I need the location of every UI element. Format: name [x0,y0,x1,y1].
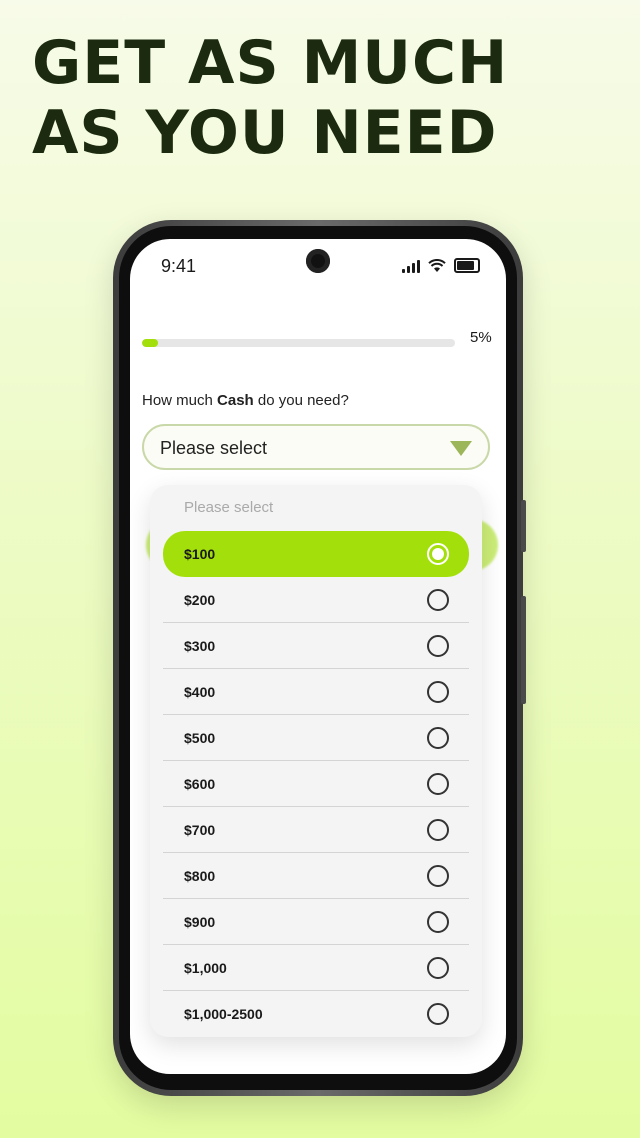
amount-option-label: $400 [184,684,216,700]
headline-line-2: AS YOU NEED [32,98,498,168]
amount-dropdown-list: Please select $100 $200 $300 $400 $500 $600 $7… [150,485,482,1037]
amount-option-label: $800 [184,868,216,884]
status-icons [402,258,480,273]
radio-unselected-icon[interactable] [427,957,449,979]
front-camera [306,249,330,273]
amount-option[interactable]: $300 [163,623,469,669]
question-suffix: do you need? [253,392,349,409]
amount-option[interactable]: $600 [163,761,469,807]
amount-option[interactable]: $800 [163,853,469,899]
progress-percent: 5% [470,329,492,346]
radio-unselected-icon[interactable] [427,865,449,887]
amount-option-label: $1,000 [184,960,227,976]
status-time: 9:41 [161,256,197,276]
amount-select[interactable]: Please select [142,424,490,470]
amount-option[interactable]: $1,000-2500 [163,991,469,1037]
radio-unselected-icon[interactable] [427,635,449,657]
phone-screen: 9:41 5% How much Cash do you need? Pleas… [130,239,506,1074]
phone-side-button-upper [521,500,526,552]
amount-option[interactable]: $1,000 [163,945,469,991]
amount-option[interactable]: $200 [163,577,469,623]
progress-bar [142,339,455,347]
amount-option-label: $900 [184,914,216,930]
amount-option-label: $200 [184,592,216,608]
amount-option-label: $600 [184,776,216,792]
question-prefix: How much [142,392,218,409]
radio-unselected-icon[interactable] [427,681,449,703]
radio-selected-icon[interactable] [427,543,449,565]
amount-option-label: $700 [184,822,216,838]
radio-unselected-icon[interactable] [427,819,449,841]
headline-line-1: GET AS MUCH [32,28,509,98]
amount-option[interactable]: $400 [163,669,469,715]
radio-unselected-icon[interactable] [427,1003,449,1025]
amount-option-label: $500 [184,730,216,746]
radio-unselected-icon[interactable] [427,589,449,611]
amount-option-label: $300 [184,638,216,654]
select-value: Please select [160,438,268,458]
amount-option[interactable]: $900 [163,899,469,945]
wifi-icon [428,259,446,272]
progress-fill [142,339,158,347]
radio-unselected-icon[interactable] [427,911,449,933]
amount-option[interactable]: $100 [163,531,469,577]
amount-option[interactable]: $500 [163,715,469,761]
phone-side-button-lower [521,596,526,704]
amount-option[interactable]: $700 [163,807,469,853]
promo-headline: GET AS MUCH AS YOU NEED [32,28,508,168]
radio-unselected-icon[interactable] [427,727,449,749]
battery-icon [454,258,480,273]
question-bold: Cash [217,392,254,409]
amount-option-label: $1,000-2500 [184,1006,263,1022]
question-label: How much Cash do you need? [142,392,349,409]
radio-unselected-icon[interactable] [427,773,449,795]
amount-option-label: $100 [184,546,216,562]
dropdown-placeholder: Please select [184,499,274,516]
dropdown-arrow-icon [450,441,472,456]
cellular-signal-icon [402,260,420,273]
